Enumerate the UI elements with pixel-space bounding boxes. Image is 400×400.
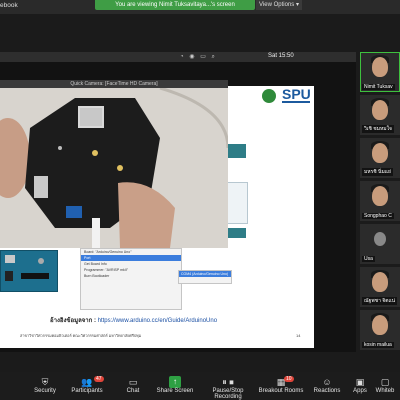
participant-avatar-icon [374,232,386,246]
whiteboard-label: Whiteb [375,388,395,394]
participant-name: วิเชิ ชมหมใจ [362,125,394,133]
menubar-clock: Sat 15:50 [268,53,294,59]
participants-count-badge: 47 [94,376,104,382]
share-screen-icon: ↑ [169,376,181,388]
breakout-rooms-button[interactable]: ▦ Breakout Rooms [256,376,306,394]
participant-name: มหรชิ นิ่มแย่ [362,168,393,176]
source-url[interactable]: https://www.arduino.cc/en/Guide/ArduinoU… [98,318,217,324]
participant-video [372,57,388,77]
participant-tile[interactable]: kosin mailua [360,310,400,350]
share-screen-label: Share Screen [156,388,194,394]
arduino-board-image [0,250,58,292]
share-screen-button[interactable]: ↑ Share Screen [150,376,200,394]
submenu-item-com4[interactable]: COM4 (Arduino/Genuino Uno) [179,271,231,277]
browser-tab[interactable]: ebook [0,2,18,9]
participant-name: Songphao C [362,213,394,219]
breakout-label: Breakout Rooms [258,388,304,394]
participant-tile[interactable]: ณัฐพชา จิตแน่ [360,267,400,307]
mac-menubar [0,52,356,62]
slide-header-bar [226,228,246,238]
screen-share-banner: You are viewing Nimit Tuksavitaya...'s s… [95,0,255,10]
ide-port-submenu: COM4 (Arduino/Genuino Uno) [178,270,232,284]
spu-logo-text: SPU [282,86,311,102]
participant-tile[interactable]: Nimit Tuksav [360,52,400,92]
participant-video [372,143,388,163]
chat-label: Chat [126,388,140,394]
slide-footer: สาขาวิชาวิศวกรรมคอมพิวเตอร์ คณะวิศวกรรมศ… [20,334,142,338]
participant-name: Nimit Tuksav [362,84,395,90]
security-label: Security [34,388,56,394]
ide-tools-menu: Board: "Arduino/Genuino Uno" Port Get Bo… [80,248,182,310]
reactions-label: Reactions [313,388,341,394]
participant-name: ณัฐพชา จิตแน่ [362,297,398,305]
participant-video [372,100,388,120]
participant-video [372,315,388,335]
quick-camera-titlebar: Quick Camera: [FaceTime HD Camera] [0,80,228,88]
whiteboard-button[interactable]: ▢ Whiteb [370,376,400,394]
participants-label: Participants [71,388,103,394]
apps-label: Apps [353,388,367,394]
slide-page-number: 14 [296,333,301,338]
participant-tile[interactable]: Songphao C [360,181,400,221]
participant-video [372,272,388,292]
participant-tile[interactable]: มหรชิ นิ่มแย่ [360,138,400,178]
participant-video [372,186,388,206]
participant-tile[interactable]: Usa [360,224,400,264]
participant-tile[interactable]: วิเชิ ชมหมใจ [360,95,400,135]
breakout-count-badge: 10 [284,376,294,382]
university-seal-icon [262,89,276,103]
slide-header-bar [226,144,246,158]
record-icon: ⏸ ⏹ [222,377,234,387]
recording-label: Pause/Stop Recording [212,388,244,400]
menubar-status-icons: ◔ ◉ ▭ ⌕ [180,54,217,60]
whiteboard-icon: ▢ [380,377,390,387]
source-label: อ้างอิงข้อมูลจาก : [50,318,96,324]
menu-item-burn-bootloader[interactable]: Burn Bootloader [81,273,181,279]
participant-name: Usa [362,256,375,262]
webcam-video [0,88,228,248]
breakout-icon: ▦ [276,377,286,387]
view-options-button[interactable]: View Options ▾ [256,0,302,10]
slide-source-line: อ้างอิงข้อมูลจาก : https://www.arduino.c… [50,315,217,325]
people-icon: 👥 [81,377,93,387]
slide-table-snippet [226,182,248,224]
participants-button[interactable]: 👥 Participants [62,376,112,394]
spu-logo-underline [282,101,310,103]
pause-stop-recording-button[interactable]: ⏸ ⏹ Pause/Stop Recording [198,376,258,400]
participant-name: kosin mailua [362,342,394,348]
